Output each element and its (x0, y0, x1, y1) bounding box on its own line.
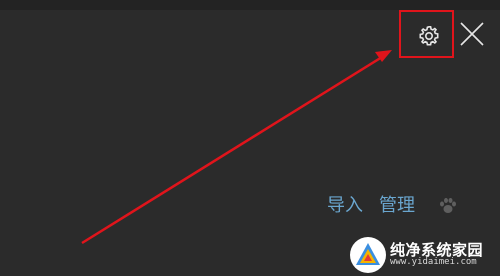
title-bar (0, 0, 500, 10)
paw-icon (440, 198, 456, 213)
watermark: 纯净系统家园 www.yidaimei.com (350, 234, 500, 276)
import-link[interactable]: 导入 (327, 191, 363, 217)
gear-icon (419, 26, 439, 46)
watermark-url: www.yidaimei.com (390, 257, 477, 268)
bottom-actions: 导入 管理 (327, 191, 415, 217)
close-button[interactable] (457, 19, 487, 49)
close-icon (460, 22, 484, 46)
manage-link[interactable]: 管理 (379, 191, 415, 217)
watermark-logo-icon (350, 237, 386, 273)
settings-button[interactable] (403, 14, 455, 58)
watermark-name: 纯净系统家园 (390, 240, 484, 259)
